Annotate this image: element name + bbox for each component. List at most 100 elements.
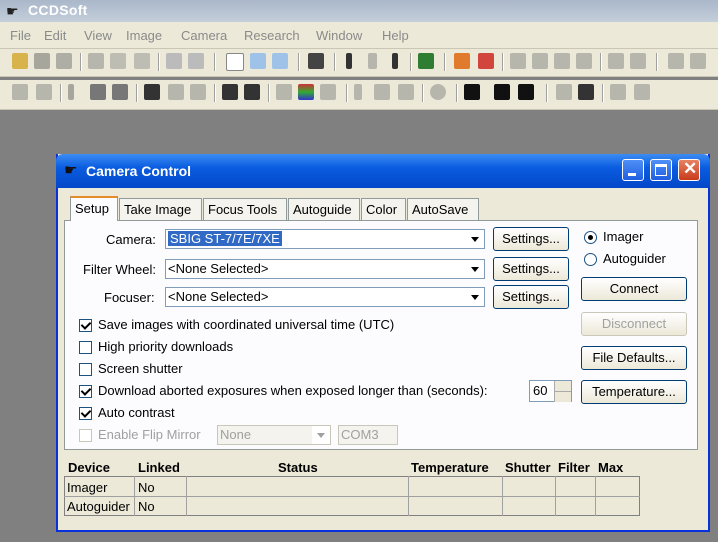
paste-icon[interactable] xyxy=(134,53,150,69)
star-red-icon[interactable] xyxy=(494,84,510,100)
camera-select[interactable]: SBIG ST-7/7E/7XE xyxy=(165,229,485,249)
stack-alt-icon[interactable] xyxy=(244,84,260,100)
utc-checkbox[interactable] xyxy=(79,319,92,332)
target-icon[interactable] xyxy=(454,53,470,69)
wand-icon[interactable] xyxy=(578,84,594,100)
stepper-up-icon[interactable] xyxy=(554,381,571,391)
stepper-down-icon[interactable] xyxy=(554,391,571,402)
download-seconds-value: 60 xyxy=(533,383,548,398)
layers-icon[interactable] xyxy=(276,84,292,100)
star-mark-icon[interactable] xyxy=(518,84,534,100)
high-priority-label: High priority downloads xyxy=(98,339,234,354)
picture-alt-icon[interactable] xyxy=(634,84,650,100)
maximize-button[interactable] xyxy=(650,159,672,181)
fit-icon[interactable] xyxy=(608,53,624,69)
dot-icon[interactable] xyxy=(68,84,74,100)
bar-icon[interactable] xyxy=(354,84,362,100)
undo-icon[interactable] xyxy=(88,53,104,69)
frame-icon[interactable] xyxy=(90,84,106,100)
pencil-icon[interactable] xyxy=(668,53,684,69)
filter-wheel-select[interactable]: <None Selected> xyxy=(165,259,485,279)
sun-icon[interactable] xyxy=(12,84,28,100)
grid-icon[interactable] xyxy=(308,53,324,69)
stats-icon[interactable] xyxy=(190,84,206,100)
stack-icon[interactable] xyxy=(222,84,238,100)
chevron-down-icon[interactable] xyxy=(466,230,484,248)
expand-icon[interactable] xyxy=(630,53,646,69)
minimize-button[interactable] xyxy=(622,159,644,181)
menu-edit[interactable]: Edit xyxy=(44,28,66,43)
arrow-up-icon[interactable] xyxy=(510,53,526,69)
tab-autoguide[interactable]: Autoguide xyxy=(288,198,360,220)
next-icon[interactable] xyxy=(392,53,398,69)
frame-filled-icon[interactable] xyxy=(112,84,128,100)
focuser-settings-button[interactable]: Settings... xyxy=(493,285,569,309)
arrow-right-icon[interactable] xyxy=(576,53,592,69)
flip-mirror-checkbox[interactable] xyxy=(79,429,92,442)
zoom-out-icon[interactable] xyxy=(272,53,288,69)
tab-setup[interactable]: Setup xyxy=(70,196,118,221)
autoguider-radio[interactable] xyxy=(584,253,597,266)
copy-icon[interactable] xyxy=(110,53,126,69)
arrow-down-icon[interactable] xyxy=(532,53,548,69)
chevron-down-icon[interactable] xyxy=(312,426,330,444)
filter-wheel-settings-button[interactable]: Settings... xyxy=(493,257,569,281)
bucket-icon[interactable] xyxy=(418,53,434,69)
tab-focus-tools[interactable]: Focus Tools xyxy=(203,198,287,220)
help-icon[interactable] xyxy=(166,53,182,69)
picture-icon[interactable] xyxy=(610,84,626,100)
chevron-down-icon[interactable] xyxy=(466,260,484,278)
previous-icon[interactable] xyxy=(346,53,352,69)
context-help-icon[interactable] xyxy=(188,53,204,69)
high-priority-checkbox[interactable] xyxy=(79,341,92,354)
temperature-button[interactable]: Temperature... xyxy=(581,380,687,404)
file-defaults-button[interactable]: File Defaults... xyxy=(581,346,687,370)
menu-camera[interactable]: Camera xyxy=(181,28,227,43)
flip-mirror-port-field[interactable]: COM3 xyxy=(338,425,398,445)
save-icon[interactable] xyxy=(34,53,50,69)
close-icon: ✕ xyxy=(683,159,698,178)
tab-take-image[interactable]: Take Image xyxy=(119,198,202,220)
open-icon[interactable] xyxy=(12,53,28,69)
star-field-icon[interactable] xyxy=(464,84,480,100)
square-icon[interactable] xyxy=(374,84,390,100)
download-seconds-stepper[interactable]: 60 xyxy=(529,380,572,402)
chevron-down-icon[interactable] xyxy=(466,288,484,306)
refresh-icon[interactable] xyxy=(320,84,336,100)
connect-button[interactable]: Connect xyxy=(581,277,687,301)
menu-help[interactable]: Help xyxy=(382,28,409,43)
tab-color[interactable]: Color xyxy=(361,198,406,220)
focuser-label: Focuser: xyxy=(104,290,155,305)
speaker-icon[interactable] xyxy=(690,53,706,69)
flip-mirror-mode-select[interactable]: None xyxy=(217,425,331,445)
color-layers-icon[interactable] xyxy=(298,84,314,100)
double-target-icon[interactable] xyxy=(478,53,494,69)
print-icon[interactable] xyxy=(56,53,72,69)
menu-file[interactable]: File xyxy=(10,28,31,43)
col-max: Max xyxy=(598,460,624,475)
zoom-in-icon[interactable] xyxy=(250,53,266,69)
pointer-icon[interactable] xyxy=(226,53,244,71)
screen-shutter-checkbox[interactable] xyxy=(79,363,92,376)
histogram-icon[interactable] xyxy=(144,84,160,100)
download-aborted-checkbox[interactable] xyxy=(79,385,92,398)
stop-icon[interactable] xyxy=(368,53,377,69)
disconnect-button[interactable]: Disconnect xyxy=(581,312,687,336)
square-alt-icon[interactable] xyxy=(398,84,414,100)
close-button[interactable]: ✕ xyxy=(678,159,700,181)
camera-value: SBIG ST-7/7E/7XE xyxy=(168,231,282,246)
focuser-select[interactable]: <None Selected> xyxy=(165,287,485,307)
menu-view[interactable]: View xyxy=(84,28,112,43)
curve-icon[interactable] xyxy=(168,84,184,100)
brush-icon[interactable] xyxy=(36,84,52,100)
imager-radio[interactable] xyxy=(584,231,597,244)
menu-window[interactable]: Window xyxy=(316,28,362,43)
arrow-left-icon[interactable] xyxy=(554,53,570,69)
circle-icon[interactable] xyxy=(430,84,446,100)
tab-autosave[interactable]: AutoSave xyxy=(407,198,479,220)
menu-image[interactable]: Image xyxy=(126,28,162,43)
menu-research[interactable]: Research xyxy=(244,28,300,43)
camera-settings-button[interactable]: Settings... xyxy=(493,227,569,251)
remove-icon[interactable] xyxy=(556,84,572,100)
auto-contrast-checkbox[interactable] xyxy=(79,407,92,420)
